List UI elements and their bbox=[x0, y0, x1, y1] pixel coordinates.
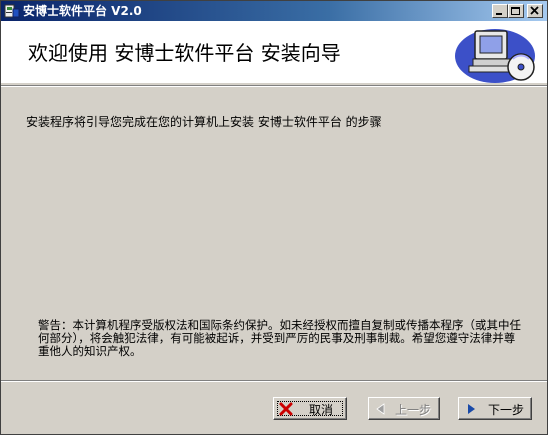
cancel-label: 取消 bbox=[309, 403, 334, 417]
window-title: 安博士软件平台 V2.0 bbox=[23, 4, 142, 18]
maximize-button[interactable] bbox=[508, 4, 524, 18]
back-arrow-icon bbox=[376, 403, 385, 415]
next-button[interactable]: 下一步 bbox=[458, 397, 532, 420]
computer-cd-icon bbox=[455, 29, 535, 83]
wizard-title: 欢迎使用 安博士软件平台 安装向导 bbox=[28, 41, 341, 65]
close-icon bbox=[530, 6, 539, 15]
maximize-icon bbox=[511, 7, 520, 15]
intro-text: 安装程序将引导您完成在您的计算机上安装 安博士软件平台 的步骤 bbox=[26, 115, 382, 129]
back-label: 上一步 bbox=[395, 403, 432, 417]
back-button[interactable]: 上一步 bbox=[368, 397, 440, 420]
wizard-header: 欢迎使用 安博士软件平台 安装向导 bbox=[1, 21, 547, 83]
next-arrow-icon bbox=[468, 404, 475, 414]
installer-app-icon bbox=[4, 4, 20, 18]
copyright-warning: 警告：本计算机程序受版权法和国际条约保护。如未经授权而擅自复制或传播本程序（或其… bbox=[38, 318, 521, 358]
minimize-icon bbox=[496, 13, 502, 15]
close-button[interactable] bbox=[527, 4, 543, 18]
installer-window: 安博士软件平台 V2.0 欢迎使用 安博士软件平台 安装向导 安装程序将引导您完… bbox=[0, 0, 548, 435]
next-label: 下一步 bbox=[488, 403, 525, 417]
cancel-button[interactable]: 取消 bbox=[273, 397, 347, 420]
footer-divider bbox=[1, 380, 547, 382]
header-divider bbox=[1, 85, 547, 87]
cancel-x-icon bbox=[279, 402, 293, 416]
minimize-button[interactable] bbox=[492, 4, 508, 18]
title-bar[interactable]: 安博士软件平台 V2.0 bbox=[1, 1, 547, 21]
